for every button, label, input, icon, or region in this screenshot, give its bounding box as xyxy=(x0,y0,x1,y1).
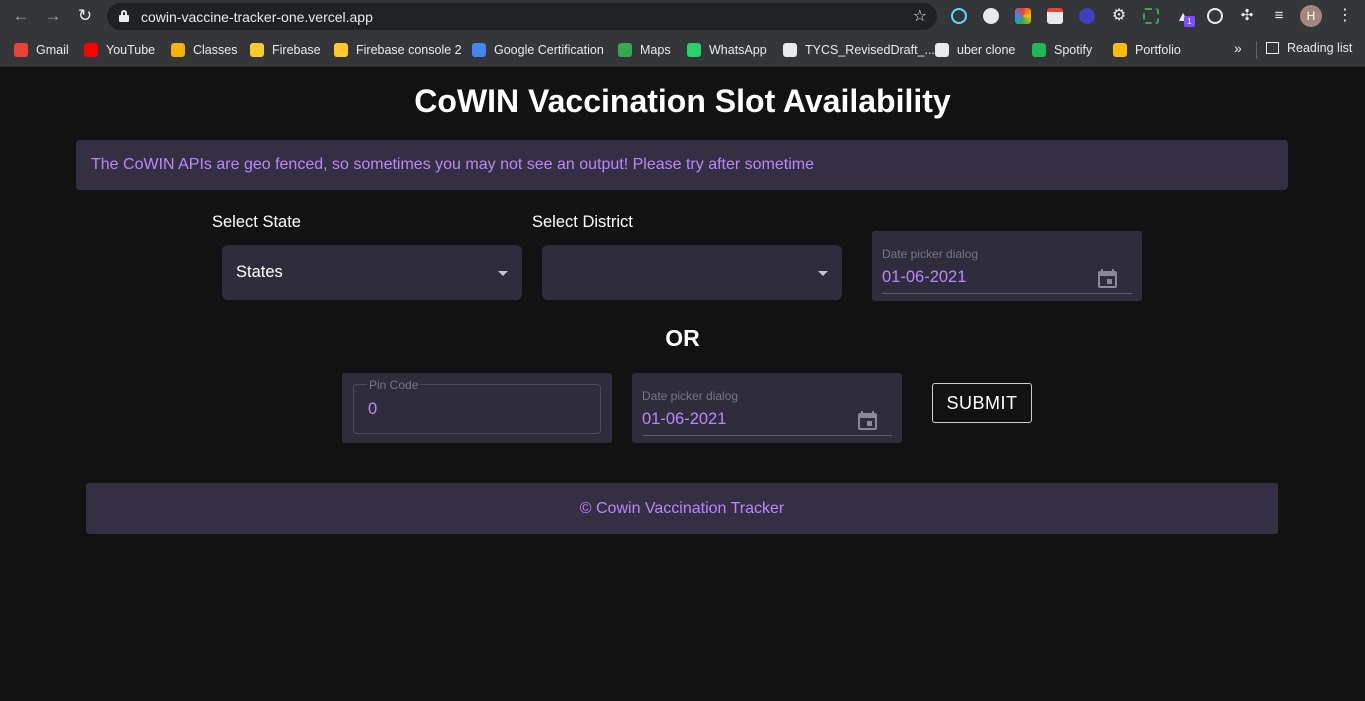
profile-avatar[interactable]: H xyxy=(1300,5,1322,27)
bookmark-google-certification[interactable]: Google Certification xyxy=(472,41,604,59)
more-bookmarks-button[interactable]: » xyxy=(1234,40,1242,56)
extension-icon[interactable] xyxy=(1079,8,1095,24)
bookmark-firebase[interactable]: Firebase xyxy=(250,41,321,59)
bookmark-firebase-console-2[interactable]: Firebase console 2 xyxy=(334,41,462,59)
gear-icon[interactable]: ⚙ xyxy=(1111,8,1127,24)
bookmarks-bar: Gmail YouTube Classes Firebase Firebase … xyxy=(0,33,1365,67)
date-underline xyxy=(882,293,1132,294)
footer: © Cowin Vaccination Tracker xyxy=(86,483,1278,534)
bookmark-classes[interactable]: Classes xyxy=(171,41,237,59)
target-icon[interactable] xyxy=(1207,8,1223,24)
reading-list-button[interactable]: Reading list xyxy=(1266,41,1352,55)
puzzle-extensions-icon[interactable]: ✣ xyxy=(1239,8,1255,24)
date-picker-label: Date picker dialog xyxy=(642,389,739,403)
portfolio-icon xyxy=(1113,43,1127,57)
or-divider-text: OR xyxy=(665,325,700,351)
date-underline xyxy=(642,435,892,436)
lock-icon xyxy=(119,10,129,22)
more-menu-icon[interactable]: ⋮ xyxy=(1337,5,1353,25)
google-classroom-icon xyxy=(171,43,185,57)
date-picker-field[interactable]: Date picker dialog 01-06-2021 xyxy=(872,231,1142,301)
select-state-label: Select State xyxy=(212,213,301,231)
youtube-icon xyxy=(84,43,98,57)
bookmark-gmail[interactable]: Gmail xyxy=(14,41,69,59)
bookmark-youtube[interactable]: YouTube xyxy=(84,41,155,59)
forward-arrow-icon[interactable]: → xyxy=(43,6,63,26)
google-maps-icon xyxy=(618,43,632,57)
gmail-icon xyxy=(14,43,28,57)
globe-icon xyxy=(783,43,797,57)
react-devtools-icon[interactable] xyxy=(951,8,967,24)
date-picker-label: Date picker dialog xyxy=(882,247,979,261)
bookmark-portfolio[interactable]: Portfolio xyxy=(1113,41,1181,59)
extension-badge: 1 xyxy=(1184,16,1195,27)
browser-toolbar: ← → ↻ cowin-vaccine-tracker-one.vercel.a… xyxy=(0,0,1365,33)
pin-code-input[interactable]: Pin Code 0 xyxy=(353,378,601,434)
bookmark-whatsapp[interactable]: WhatsApp xyxy=(687,41,767,59)
calendar-extension-icon[interactable] xyxy=(1047,8,1063,24)
pin-code-label: Pin Code xyxy=(367,378,421,392)
wordpress-icon xyxy=(935,43,949,57)
color-picker-icon[interactable] xyxy=(1015,8,1031,24)
page-title: CoWIN Vaccination Slot Availability xyxy=(414,83,951,119)
state-select-value: States xyxy=(236,263,283,281)
firebase-icon xyxy=(250,43,264,57)
select-district-label: Select District xyxy=(532,213,633,231)
screenshot-extension-icon[interactable] xyxy=(1143,8,1159,24)
vercel-icon[interactable]: ▲ 1 xyxy=(1175,8,1195,27)
calendar-icon[interactable] xyxy=(1098,269,1117,288)
date-picker-value: 01-06-2021 xyxy=(642,410,727,428)
geo-fence-alert: The CoWIN APIs are geo fenced, so someti… xyxy=(76,140,1288,190)
calendar-icon[interactable] xyxy=(858,411,877,430)
pin-code-container: Pin Code 0 xyxy=(342,373,612,443)
extension-icon[interactable] xyxy=(983,8,999,24)
back-arrow-icon[interactable]: ← xyxy=(11,6,31,26)
reading-list-icon xyxy=(1266,42,1279,54)
pin-code-value: 0 xyxy=(368,400,378,418)
state-select[interactable]: States xyxy=(222,245,522,300)
firebase-icon xyxy=(334,43,348,57)
submit-button[interactable]: SUBMIT xyxy=(932,383,1032,423)
bookmark-tycs-revised-draft[interactable]: TYCS_RevisedDraft_... xyxy=(783,41,935,59)
url-text: cowin-vaccine-tracker-one.vercel.app xyxy=(141,9,373,25)
google-icon xyxy=(472,43,486,57)
dropdown-arrow-icon xyxy=(818,271,828,276)
media-control-icon[interactable]: ≡ xyxy=(1271,8,1287,24)
district-select[interactable] xyxy=(542,245,842,300)
bookmark-uber-clone[interactable]: uber clone xyxy=(935,41,1015,59)
bookmarks-divider xyxy=(1256,41,1257,59)
bookmark-star-icon[interactable]: ☆ xyxy=(913,6,927,26)
dropdown-arrow-icon xyxy=(498,271,508,276)
spotify-icon xyxy=(1032,43,1046,57)
date-picker-value: 01-06-2021 xyxy=(882,268,967,286)
bookmark-maps[interactable]: Maps xyxy=(618,41,671,59)
bookmark-spotify[interactable]: Spotify xyxy=(1032,41,1092,59)
reload-icon[interactable]: ↻ xyxy=(75,6,95,26)
pin-date-picker-field[interactable]: Date picker dialog 01-06-2021 xyxy=(632,373,902,443)
address-bar[interactable]: cowin-vaccine-tracker-one.vercel.app ☆ xyxy=(107,3,937,30)
whatsapp-icon xyxy=(687,43,701,57)
